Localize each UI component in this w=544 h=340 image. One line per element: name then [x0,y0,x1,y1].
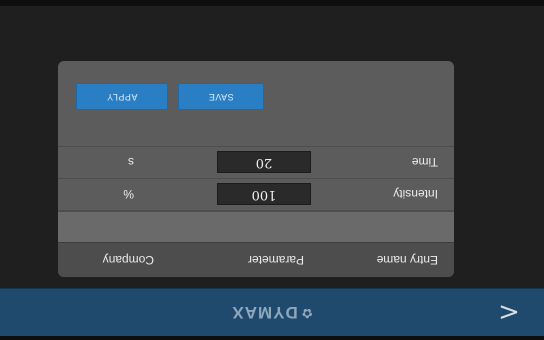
apply-button[interactable]: APPLY [76,83,168,110]
row-label-intensity: Intensity [393,187,438,201]
column-header-company: Company [102,253,154,267]
parameter-panel: Entry name Parameter Company Intensity 1… [58,61,454,277]
table-row-empty [58,210,454,242]
back-button[interactable]: < [492,296,526,328]
row-label-time: Time [411,155,438,169]
save-button[interactable]: SAVE [178,83,264,110]
column-header-entry-name: Entry name [376,253,438,267]
brand-logo: ✿ DYMAX [200,299,344,325]
table-row-intensity: Intensity 100 % [58,178,454,210]
chevron-left-icon: < [498,297,520,327]
brand-name: DYMAX [231,303,298,322]
table-header: Entry name Parameter Company [58,242,454,277]
row-unit-intensity: % [123,187,134,201]
flower-icon: ✿ [301,305,313,320]
row-unit-time: s [128,155,134,169]
column-header-parameter: Parameter [247,253,304,267]
screen-bezel-top [0,336,544,340]
header-bar: < ✿ DYMAX [0,288,544,336]
device-screen: < ✿ DYMAX Entry name Parameter Company I… [0,0,544,340]
table-row-time: Time 20 s [58,146,454,178]
intensity-input[interactable]: 100 [217,183,311,205]
time-input[interactable]: 20 [217,151,311,173]
screen-bezel-bottom [0,0,544,6]
